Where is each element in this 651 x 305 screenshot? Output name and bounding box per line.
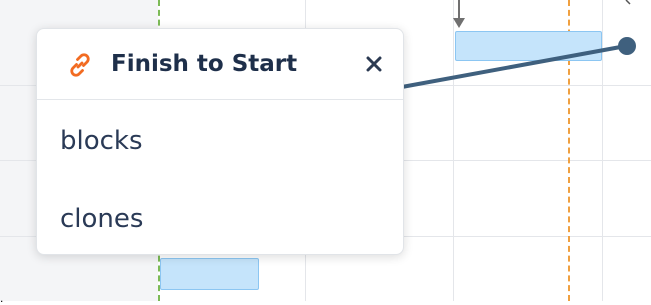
popup-title: Finish to Start (111, 51, 298, 77)
dependency-endpoint-handle[interactable] (618, 37, 636, 55)
link-icon (70, 53, 90, 77)
dependency-type-popup: Finish to Start blocks clones (36, 28, 404, 255)
menu-item-clones[interactable]: clones (60, 203, 143, 235)
corner-tick (625, 0, 631, 5)
popup-header: Finish to Start (37, 29, 403, 100)
dependency-line[interactable] (378, 44, 628, 93)
arrow-down-icon-head (453, 18, 465, 28)
menu-item-blocks[interactable]: blocks (60, 125, 143, 157)
close-icon[interactable] (361, 51, 387, 77)
stray-dot: . (0, 291, 4, 305)
